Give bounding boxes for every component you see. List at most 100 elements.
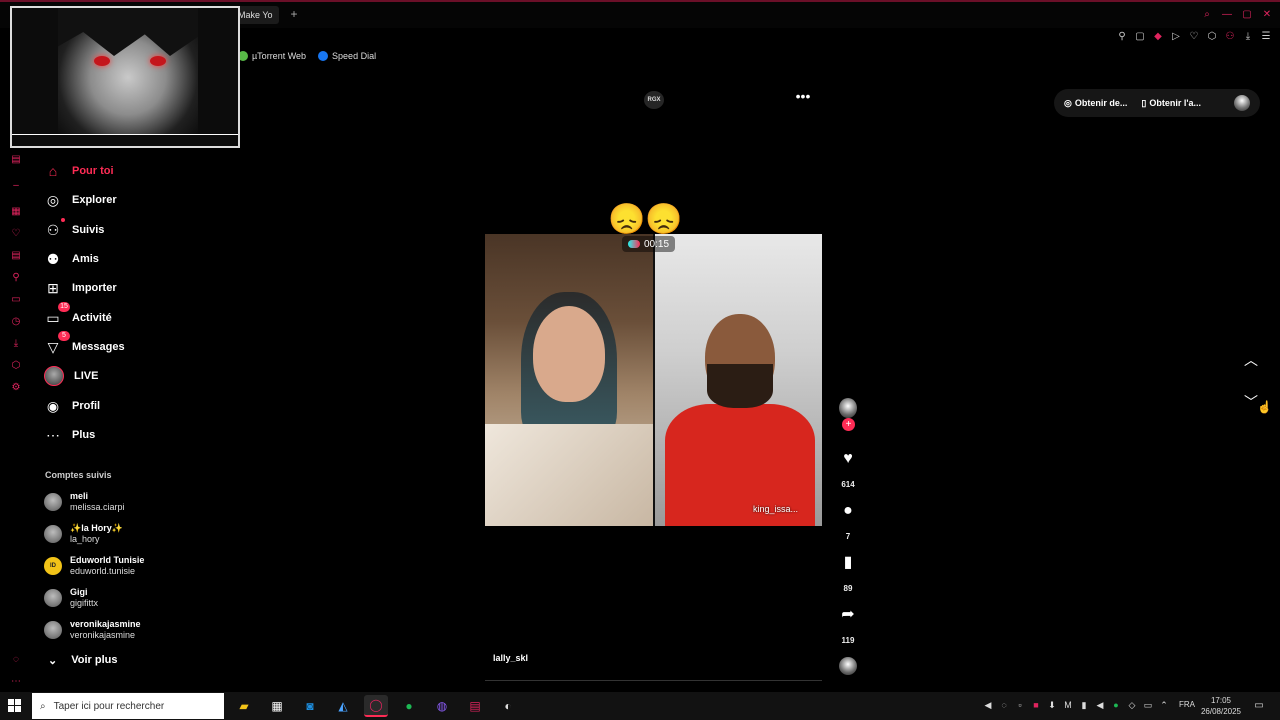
- file-explorer-icon[interactable]: ▰: [232, 695, 256, 717]
- tray-app-icon[interactable]: ◌: [998, 698, 1010, 712]
- profile-icon[interactable]: ⚇: [1224, 30, 1236, 44]
- follow-button[interactable]: +: [842, 418, 855, 431]
- reading-panel-icon[interactable]: ▤: [10, 250, 22, 262]
- network-icon[interactable]: ▭: [1142, 698, 1154, 712]
- store-icon[interactable]: ▦: [265, 695, 289, 717]
- extensions-icon[interactable]: ⬡: [1206, 30, 1218, 44]
- pin-panel-icon[interactable]: ⚲: [10, 272, 22, 284]
- nav-live[interactable]: LIVE: [44, 366, 98, 386]
- gx-logo-icon[interactable]: ◌: [10, 654, 22, 666]
- comment-button[interactable]: ●: [836, 502, 860, 520]
- download-icon[interactable]: ⤓: [1242, 30, 1254, 44]
- nav-friends[interactable]: ⚉ Amis: [44, 249, 99, 269]
- nav-activity[interactable]: ▭ 15 Activité: [44, 302, 112, 328]
- nav-upload[interactable]: ⊞ Importer: [44, 278, 117, 298]
- get-coins-button[interactable]: ◎ Obtenir de...: [1064, 98, 1127, 109]
- history-panel-icon[interactable]: ◷: [10, 316, 22, 328]
- nav-explore[interactable]: ◎ Explorer: [44, 190, 117, 210]
- avatar: [44, 493, 62, 511]
- user-avatar[interactable]: [1234, 95, 1250, 111]
- nav-for-you[interactable]: ⌂ Pour toi: [44, 161, 114, 181]
- like-button[interactable]: ♥: [836, 450, 860, 468]
- video-author[interactable]: lally_skl: [493, 653, 528, 663]
- get-app-button[interactable]: ▯ Obtenir l'a...: [1141, 98, 1201, 109]
- taskbar-search[interactable]: ⌕ Taper ici pour rechercher: [32, 693, 224, 719]
- gaming-panel-icon[interactable]: ▭: [10, 294, 22, 306]
- tray-record-icon[interactable]: ■: [1030, 698, 1042, 712]
- tray-app-icon[interactable]: ◇: [1126, 698, 1138, 712]
- downloads-panel-icon[interactable]: ⤓: [10, 338, 22, 350]
- nav-messages[interactable]: ▽ 5 Messages: [44, 331, 125, 357]
- followed-account[interactable]: ID Eduworld Tunisie eduworld.tunisie: [44, 554, 144, 578]
- menu-icon[interactable]: ☰: [1260, 30, 1272, 44]
- tray-app-icon[interactable]: ▫: [1014, 698, 1026, 712]
- nav-following[interactable]: ⚇ Suivis: [44, 218, 104, 240]
- close-icon[interactable]: ✕: [1262, 9, 1272, 21]
- speaker-tray-icon[interactable]: ◀: [982, 698, 994, 712]
- video-overlay-username: king_issa...: [753, 504, 799, 514]
- snapshot-icon[interactable]: ▢: [1134, 30, 1146, 44]
- nav-profile[interactable]: ◉ Profil: [44, 396, 100, 416]
- microphone-icon[interactable]: ▮: [1078, 698, 1090, 712]
- account-handle: eduworld.tunisie: [70, 566, 136, 576]
- avatar: ID: [44, 557, 62, 575]
- save-button[interactable]: ▮: [836, 554, 860, 572]
- taskbar-apps: ▰ ▦ ◙ ◭ ◯ ● ◍ ▤ ◐: [232, 695, 520, 717]
- share-icon: ➦: [841, 606, 855, 623]
- followed-account[interactable]: veronikajasmine veronikajasmine: [44, 618, 141, 642]
- followed-account[interactable]: meli melissa.ciarpi: [44, 490, 125, 514]
- share-button[interactable]: ➦: [836, 606, 860, 624]
- maximize-icon[interactable]: ▢: [1242, 9, 1252, 21]
- spotify-icon[interactable]: ●: [397, 695, 421, 717]
- pin-icon[interactable]: ⚲: [1116, 30, 1128, 44]
- account-handle: melissa.ciarpi: [70, 502, 125, 512]
- rgx-badge[interactable]: RGX: [644, 91, 664, 109]
- bookmark-utorrent[interactable]: µTorrent Web: [238, 51, 306, 61]
- followed-account[interactable]: Gigi gigifittx: [44, 586, 98, 610]
- obs-icon[interactable]: ◐: [496, 695, 520, 717]
- account-handle: veronikajasmine: [70, 630, 136, 640]
- tray-app-icon[interactable]: M: [1062, 698, 1074, 712]
- spotify-tray-icon[interactable]: ●: [1110, 698, 1122, 712]
- nav-label: Importer: [72, 282, 117, 294]
- live-icon: [44, 366, 64, 386]
- new-tab-button[interactable]: +: [288, 7, 300, 21]
- shield-icon[interactable]: ◆: [1152, 30, 1164, 44]
- nav-label: Pour toi: [72, 165, 114, 177]
- bookmark-panel-icon[interactable]: ▤: [10, 154, 22, 166]
- app-icon[interactable]: ◭: [331, 695, 355, 717]
- creator-avatar[interactable]: [839, 398, 857, 418]
- video-player[interactable]: [485, 234, 822, 526]
- chevron-up-icon[interactable]: ⌃: [1158, 698, 1170, 712]
- music-disc-icon[interactable]: [839, 657, 857, 675]
- opera-gx-icon[interactable]: ◯: [364, 695, 388, 717]
- speed-dial-panel-icon[interactable]: ▦: [10, 206, 22, 218]
- see-more-button[interactable]: ⌄ Voir plus: [48, 654, 117, 667]
- taskbar-clock[interactable]: 17:05 26/08/2025: [1198, 695, 1244, 717]
- more-options-button[interactable]: •••: [792, 88, 814, 106]
- language-indicator[interactable]: FRA: [1179, 700, 1195, 709]
- minimize-icon[interactable]: —: [1222, 9, 1232, 21]
- heart-icon[interactable]: ♡: [1188, 30, 1200, 44]
- search-placeholder: Taper ici pour rechercher: [53, 700, 165, 712]
- tray-app-icon[interactable]: ⬇: [1046, 698, 1058, 712]
- notification-icon[interactable]: ▭: [1252, 699, 1266, 713]
- search-tabs-icon[interactable]: ⌕: [1202, 9, 1212, 21]
- favorites-panel-icon[interactable]: ♡: [10, 228, 22, 240]
- clock-time: 17:05: [1210, 696, 1232, 705]
- outlook-icon[interactable]: ◙: [298, 695, 322, 717]
- more-panel-icon[interactable]: ⋯: [10, 676, 22, 688]
- video-app-icon[interactable]: ▤: [463, 695, 487, 717]
- settings-panel-icon[interactable]: ⚙: [10, 382, 22, 394]
- extensions-panel-icon[interactable]: ⬡: [10, 360, 22, 372]
- followed-account[interactable]: ✨la Hory✨ la_hory: [44, 522, 123, 546]
- comment-count: 7: [845, 532, 851, 541]
- discord-icon[interactable]: ◍: [430, 695, 454, 717]
- play-icon[interactable]: ▷: [1170, 30, 1182, 44]
- video-progress-bar[interactable]: [485, 680, 822, 681]
- bookmark-speed-dial[interactable]: Speed Dial: [318, 51, 376, 61]
- nav-more[interactable]: ⋯ Plus: [44, 425, 95, 445]
- previous-video-button[interactable]: ︿: [1242, 352, 1260, 368]
- volume-icon[interactable]: ◀: [1094, 698, 1106, 712]
- start-button[interactable]: [8, 699, 22, 713]
